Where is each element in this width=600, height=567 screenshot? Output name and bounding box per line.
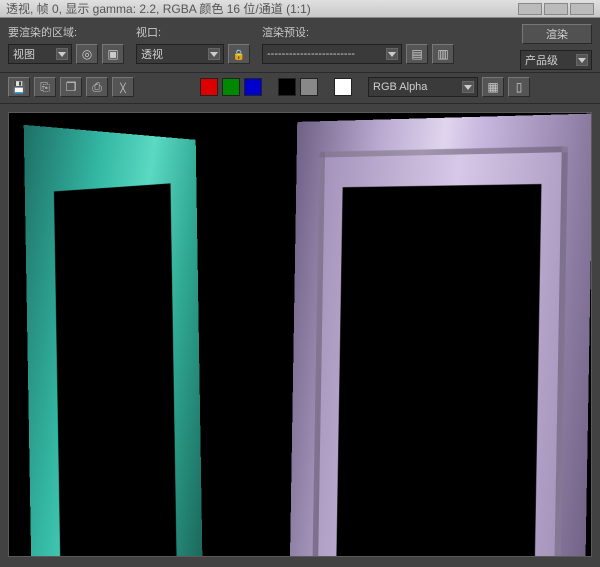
channel-select[interactable]: RGB Alpha — [368, 77, 478, 97]
copy-icon — [40, 81, 50, 93]
chevron-down-icon — [56, 48, 68, 60]
gear-icon: ▤ — [411, 48, 422, 60]
window-titlebar: 透视, 帧 0, 显示 gamma: 2.2, RGBA 颜色 16 位/通道 … — [0, 0, 600, 18]
area-select-value: 视图 — [13, 46, 35, 62]
viewport-select[interactable]: 透视 — [136, 44, 224, 64]
copy-image-button[interactable] — [34, 77, 56, 97]
rendered-object-teal-frame — [24, 125, 204, 557]
preset-settings-button[interactable]: ▤ — [406, 44, 428, 64]
target-icon — [82, 48, 92, 60]
clear-image-button[interactable] — [112, 77, 134, 97]
print-icon — [92, 81, 102, 93]
output-icon: ▥ — [437, 48, 448, 60]
chevron-down-icon — [462, 81, 474, 93]
channel-select-value: RGB Alpha — [373, 81, 427, 93]
viewport-group: 视口: 透视 — [136, 24, 250, 64]
viewport-label: 视口: — [136, 24, 250, 40]
render-toolbar: 要渲染的区域: 视图 ▣ 视口: 透视 渲染预设: --------------… — [0, 18, 600, 73]
image-toolbar: RGB Alpha ▦ ▯ — [0, 73, 600, 104]
quality-select[interactable]: 产品级 — [520, 50, 592, 70]
rendered-object-purple-frame — [289, 114, 592, 557]
render-viewport[interactable] — [8, 112, 592, 557]
viewport-select-value: 透视 — [141, 46, 163, 62]
preset-label: 渲染预设: — [262, 24, 454, 40]
overlay-icon: ▦ — [487, 81, 498, 93]
lock-icon — [233, 48, 245, 61]
chevron-down-icon — [386, 48, 398, 60]
window-title: 透视, 帧 0, 显示 gamma: 2.2, RGBA 颜色 16 位/通道 … — [6, 0, 311, 17]
clone-icon — [66, 81, 77, 93]
area-label: 要渲染的区域: — [8, 24, 124, 40]
viewport-container — [0, 104, 600, 565]
render-button[interactable]: 渲染 — [522, 24, 592, 44]
render-button-label: 渲染 — [546, 26, 568, 42]
render-group: 渲染 产品级 — [520, 24, 592, 70]
region-select-button[interactable] — [76, 44, 98, 64]
preset-group: 渲染预设: ------------------------ ▤ ▥ — [262, 24, 454, 64]
window-max-button[interactable] — [544, 3, 568, 15]
preset-select-value: ------------------------ — [267, 48, 355, 60]
delete-icon — [120, 81, 125, 93]
toggle-split-button[interactable]: ▯ — [508, 77, 530, 97]
window-close-button[interactable] — [570, 3, 594, 15]
preset-output-button[interactable]: ▥ — [432, 44, 454, 64]
chevron-down-icon — [208, 48, 220, 60]
split-icon: ▯ — [516, 81, 523, 93]
lock-viewport-button[interactable] — [228, 44, 250, 64]
crop-icon: ▣ — [107, 48, 118, 60]
quality-select-value: 产品级 — [525, 52, 558, 68]
window-buttons — [518, 3, 594, 15]
channel-blue-swatch[interactable] — [244, 78, 262, 96]
print-image-button[interactable] — [86, 77, 108, 97]
channel-green-swatch[interactable] — [222, 78, 240, 96]
channel-red-swatch[interactable] — [200, 78, 218, 96]
chevron-down-icon — [576, 54, 588, 66]
bg-white-swatch[interactable] — [334, 78, 352, 96]
preset-select[interactable]: ------------------------ — [262, 44, 402, 64]
clone-image-button[interactable] — [60, 77, 82, 97]
toggle-overlay-button[interactable]: ▦ — [482, 77, 504, 97]
mono-swatch[interactable] — [300, 78, 318, 96]
alpha-swatch[interactable] — [278, 78, 296, 96]
save-image-button[interactable] — [8, 77, 30, 97]
region-crop-button[interactable]: ▣ — [102, 44, 124, 64]
save-icon — [12, 81, 26, 94]
area-group: 要渲染的区域: 视图 ▣ — [8, 24, 124, 64]
window-min-button[interactable] — [518, 3, 542, 15]
area-select[interactable]: 视图 — [8, 44, 72, 64]
